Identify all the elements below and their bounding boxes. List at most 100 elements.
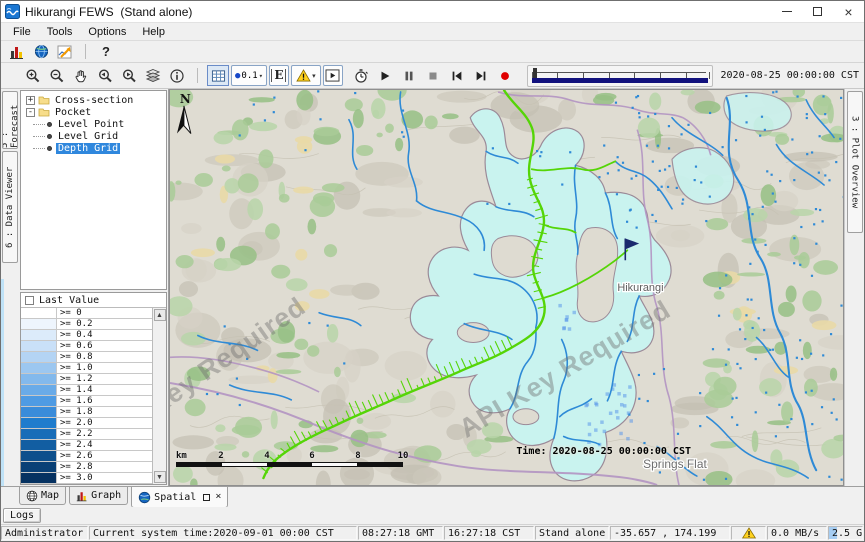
menu-tools[interactable]: Tools [39,25,81,39]
legend-swatch [21,462,57,472]
time-slider[interactable] [527,65,713,87]
info-button[interactable] [166,65,188,86]
grid-interval-dropdown[interactable]: ●0.1▾ [231,65,267,86]
layers-button[interactable] [142,65,164,86]
legend-row[interactable]: >= 1.6 [21,396,152,407]
tree-connector [33,148,45,149]
zoom-previous-button[interactable] [94,65,116,86]
zoom-next-button[interactable] [118,65,140,86]
help-button[interactable]: ? [94,42,118,62]
close-button[interactable]: × [833,1,864,22]
legend-row[interactable]: >= 1.2 [21,374,152,385]
legend-row[interactable]: >= 0 [21,308,152,319]
legend-row[interactable]: >= 0.2 [21,319,152,330]
pan-button[interactable] [70,65,92,86]
tab-map[interactable]: Map [19,487,66,505]
tree-item-level-grid[interactable]: Level Grid [21,130,166,142]
menu-options[interactable]: Options [80,25,134,39]
scroll-down-icon[interactable]: ▼ [154,471,166,483]
play-button[interactable] [374,65,396,86]
expand-icon[interactable]: + [26,96,35,105]
tab-data-viewer[interactable]: 6 : Data Viewer [2,151,18,263]
animation-button[interactable] [323,65,343,86]
step-forward-button[interactable] [470,65,492,86]
scroll-up-icon[interactable]: ▲ [154,309,166,321]
legend-swatch [21,374,57,384]
scale-bar: km 246810 [176,452,408,469]
status-warning[interactable] [731,526,766,540]
menu-help[interactable]: Help [134,25,173,39]
close-icon: × [844,5,852,19]
tree-item-cross-section[interactable]: + Cross-section [21,94,166,106]
legend-row-label: >= 1.8 [57,407,152,417]
record-button[interactable] [494,65,516,86]
legend-row[interactable]: >= 2.0 [21,418,152,429]
legend-row[interactable]: >= 2.4 [21,440,152,451]
map-canvas[interactable]: API Key Required API Key Required Hikura… [170,90,843,485]
legend-table: >= 0 >= 0.2 >= 0.4 [21,308,152,484]
tab-maximize-icon[interactable] [203,494,210,501]
menu-bar: File Tools Options Help [1,23,864,41]
legend-row[interactable]: >= 2.6 [21,451,152,462]
legend-row[interactable]: >= 1.4 [21,385,152,396]
tab-spatial[interactable]: Spatial × [131,487,228,508]
map-view[interactable]: API Key Required API Key Required Hikura… [169,89,844,486]
right-tab-strip: 3 : Plot Overview [844,89,864,486]
tab-close-icon[interactable]: × [215,492,221,502]
legend-swatch [21,407,57,417]
status-local-time: 16:27:18 CST [444,526,534,540]
pause-button[interactable] [398,65,420,86]
legend-swatch [21,429,57,439]
legend-row-label: >= 0.8 [57,352,152,362]
legend-row[interactable]: >= 0.6 [21,341,152,352]
bullet-icon [47,122,52,127]
tree-item-label: Pocket [53,107,93,118]
logs-button[interactable]: Logs [3,508,41,523]
legend-swatch [21,396,57,406]
legend-panel: Last Value >= 0 [20,292,167,485]
warning-icon [742,527,756,539]
tree-item-level-point[interactable]: Level Point [21,118,166,130]
animation-settings-button[interactable] [350,65,372,86]
database-button[interactable] [5,42,29,62]
play-icon [378,69,392,83]
tree-connector [33,136,45,137]
legend-row[interactable]: >= 3.0 [21,473,152,484]
tree-item-depth-grid[interactable]: Depth Grid [21,142,166,154]
timeseries-button[interactable] [53,42,77,62]
legend-button[interactable]: E [269,65,289,86]
tab-graph[interactable]: Graph [69,487,128,505]
legend-row-label: >= 1.6 [57,396,152,406]
legend-swatch [21,352,57,362]
map-display-button[interactable] [29,42,53,62]
grid-toggle-button[interactable] [207,65,229,86]
legend-row[interactable]: >= 1.0 [21,363,152,374]
step-back-button[interactable] [446,65,468,86]
zoom-in-button[interactable] [22,65,44,86]
legend-row[interactable]: >= 1.8 [21,407,152,418]
collapse-icon[interactable]: - [26,108,35,117]
map-globe-icon [26,490,38,502]
toolbar-separator [85,44,86,59]
stop-button[interactable] [422,65,444,86]
warnings-dropdown[interactable]: ▾ [291,65,321,86]
tab-forecast[interactable]: 5 : Forecast [2,91,18,149]
maximize-button[interactable] [802,1,833,22]
legend-row[interactable]: >= 2.2 [21,429,152,440]
title-bar: Hikurangi FEWS (Stand alone) × [1,1,864,23]
chevron-down-icon: ▾ [259,72,263,80]
minimize-button[interactable] [771,1,802,22]
tab-plot-overview[interactable]: 3 : Plot Overview [847,91,863,233]
legend-scrollbar[interactable]: ▲ ▼ [152,308,166,484]
zoom-out-button[interactable] [46,65,68,86]
legend-swatch [21,319,57,329]
legend-swatch [21,418,57,428]
tree-item-pocket[interactable]: - Pocket [21,106,166,118]
legend-row[interactable]: >= 2.8 [21,462,152,473]
legend-row[interactable]: >= 0.8 [21,352,152,363]
legend-row[interactable]: >= 0.4 [21,330,152,341]
interval-dot-icon: ● [235,71,240,81]
last-value-checkbox[interactable] [25,296,34,305]
record-icon [498,69,512,83]
menu-file[interactable]: File [5,25,39,39]
